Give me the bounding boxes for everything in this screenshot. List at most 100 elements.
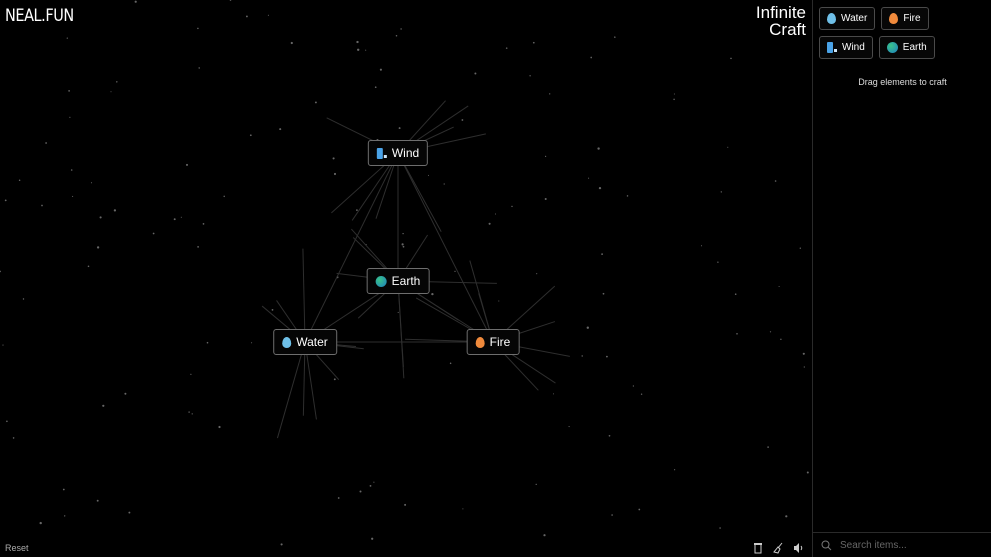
- star: [549, 93, 551, 95]
- star: [332, 157, 335, 160]
- star: [202, 223, 205, 225]
- star: [41, 204, 43, 207]
- sidebar-item-water[interactable]: Water: [819, 7, 876, 30]
- star: [18, 179, 21, 182]
- star: [806, 471, 809, 474]
- brand-line-1: Infinite: [755, 3, 806, 22]
- star: [552, 393, 555, 395]
- sidebar-item-wind[interactable]: Wind: [819, 36, 873, 59]
- star: [544, 155, 547, 158]
- star: [720, 191, 722, 193]
- sidebar: Water Fire Wind Earth Drag elements to c…: [812, 0, 991, 557]
- canvas-item-earth[interactable]: Earth: [366, 268, 430, 294]
- star: [373, 481, 375, 483]
- star: [462, 508, 464, 510]
- star: [280, 543, 283, 546]
- item-label: Wind: [391, 146, 420, 160]
- star: [614, 36, 616, 38]
- star: [474, 72, 477, 75]
- connection-line: [397, 152, 494, 343]
- sidebar-item-earth[interactable]: Earth: [878, 36, 935, 59]
- star: [374, 86, 377, 89]
- canvas-item-fire[interactable]: Fire: [466, 329, 520, 355]
- sidebar-item-label: Water: [841, 13, 868, 24]
- fire-icon: [475, 336, 485, 348]
- star: [736, 333, 738, 335]
- star: [87, 265, 90, 268]
- star: [427, 174, 430, 176]
- star: [402, 245, 405, 248]
- star: [626, 195, 629, 197]
- star: [2, 344, 4, 346]
- star: [397, 311, 399, 313]
- star: [371, 537, 374, 540]
- sidebar-item-fire[interactable]: Fire: [881, 7, 929, 30]
- star: [45, 142, 47, 144]
- star: [229, 0, 232, 1]
- star: [402, 232, 404, 235]
- canvas-item-wind[interactable]: Wind: [367, 140, 429, 166]
- wind-icon: [376, 147, 387, 159]
- reset-button[interactable]: Reset: [5, 543, 29, 553]
- star: [185, 163, 189, 166]
- search-icon: [821, 540, 832, 550]
- star: [333, 378, 336, 381]
- star: [152, 232, 155, 235]
- star: [6, 420, 8, 423]
- water-icon: [827, 13, 836, 24]
- star: [70, 169, 73, 171]
- star: [395, 34, 398, 37]
- star: [401, 243, 404, 246]
- star: [488, 222, 491, 225]
- star: [271, 309, 274, 311]
- brand-line-2: Craft: [769, 20, 806, 39]
- item-label: Fire: [489, 335, 511, 349]
- star: [356, 40, 359, 44]
- star: [449, 362, 452, 365]
- star: [544, 197, 547, 201]
- toolbar: [752, 542, 804, 554]
- star: [206, 341, 209, 344]
- star: [197, 27, 199, 30]
- star: [191, 413, 193, 415]
- star: [180, 216, 182, 218]
- star: [700, 245, 703, 247]
- star: [532, 41, 535, 44]
- star: [197, 246, 199, 248]
- star: [128, 511, 131, 514]
- coffee-icon[interactable]: [752, 542, 764, 554]
- broom-icon[interactable]: [772, 542, 784, 554]
- star: [431, 292, 434, 296]
- connection-line: [276, 341, 306, 439]
- star: [608, 434, 611, 437]
- star: [190, 373, 192, 375]
- sidebar-item-label: Fire: [903, 13, 921, 24]
- neal-fun-logo[interactable]: NEAL.FUN: [5, 6, 74, 26]
- star: [717, 261, 719, 263]
- star: [454, 270, 456, 273]
- star: [780, 338, 782, 341]
- star: [638, 508, 641, 511]
- fire-icon: [889, 13, 899, 24]
- star: [379, 68, 382, 71]
- star: [586, 326, 589, 329]
- star: [494, 213, 497, 215]
- star: [12, 437, 15, 439]
- sound-icon[interactable]: [792, 542, 804, 554]
- star: [632, 385, 635, 387]
- star: [799, 247, 801, 249]
- star: [68, 90, 70, 92]
- star: [588, 177, 590, 179]
- star: [22, 298, 25, 300]
- star: [72, 195, 74, 197]
- star: [774, 180, 777, 182]
- star: [674, 469, 676, 471]
- connection-line: [304, 152, 399, 343]
- star: [4, 199, 7, 202]
- star: [66, 37, 68, 39]
- search-input[interactable]: [838, 538, 991, 552]
- canvas-item-water[interactable]: Water: [273, 329, 337, 355]
- item-label: Water: [296, 335, 328, 349]
- star: [314, 101, 317, 104]
- star: [730, 57, 732, 60]
